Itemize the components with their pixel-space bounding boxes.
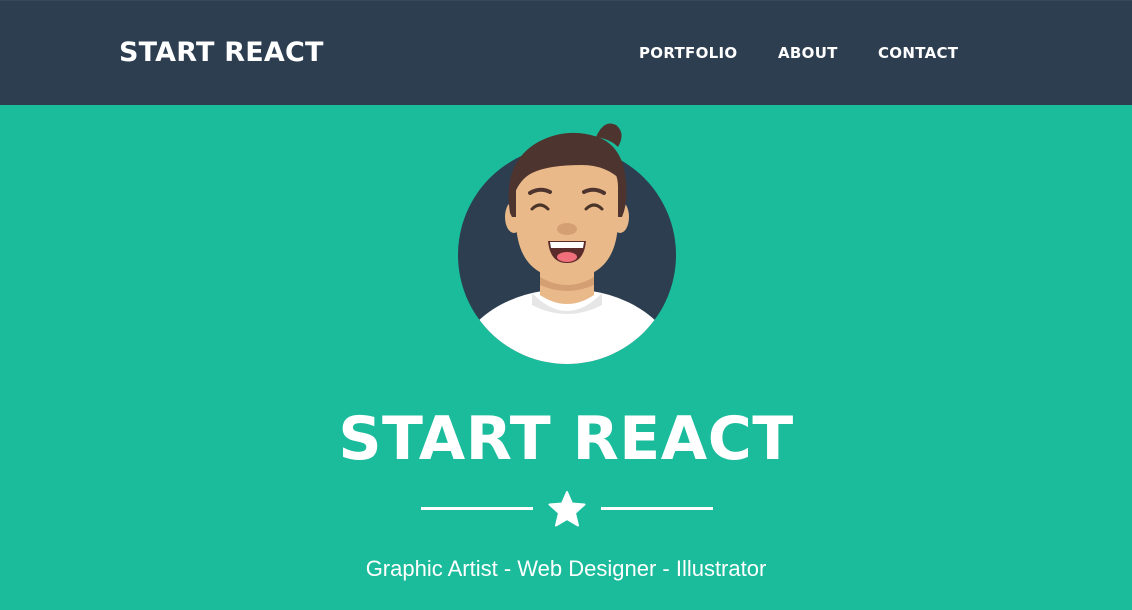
nav-link-portfolio[interactable]: PORTFOLIO (639, 43, 737, 63)
brand-link[interactable]: START REACT (119, 35, 324, 71)
page: START REACT PORTFOLIO ABOUT CONTACT STAR… (0, 0, 1132, 610)
navbar: START REACT PORTFOLIO ABOUT CONTACT (0, 0, 1132, 105)
cartoon-man-avatar-icon (458, 123, 676, 364)
nav-link-about[interactable]: ABOUT (778, 43, 838, 63)
avatar-image (456, 117, 678, 365)
hero-title: START REACT (338, 404, 794, 474)
star-icon (548, 491, 586, 527)
star-divider (421, 489, 713, 529)
nav-link-contact[interactable]: CONTACT (878, 43, 958, 63)
divider-line-left (421, 507, 533, 510)
hero-subtitle: Graphic Artist - Web Designer - Illustra… (365, 556, 767, 581)
divider-line-right (601, 507, 713, 510)
